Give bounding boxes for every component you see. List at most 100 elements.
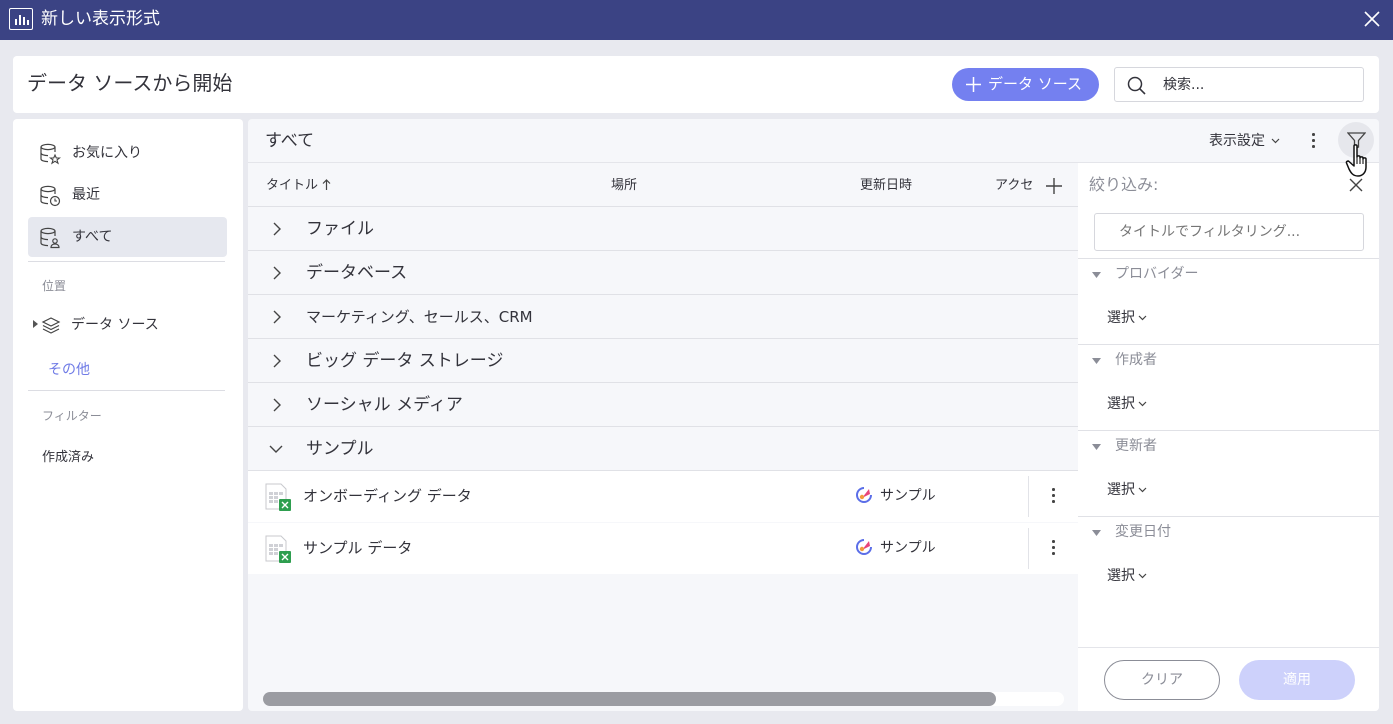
hand-cursor-icon xyxy=(1345,144,1367,177)
column-header-updated[interactable]: 更新日時 xyxy=(860,177,912,194)
clear-button[interactable]: クリア xyxy=(1104,660,1220,700)
close-icon[interactable] xyxy=(1362,9,1382,29)
divider xyxy=(1078,516,1379,517)
sidebar-item-created[interactable]: 作成済み xyxy=(42,446,94,465)
row-more-icon[interactable] xyxy=(1048,538,1058,558)
search-input[interactable]: 検索... xyxy=(1114,67,1364,102)
file-location: サンプル xyxy=(880,540,936,556)
apply-button[interactable]: 適用 xyxy=(1239,660,1355,700)
sidebar-item-label: 最近 xyxy=(72,187,100,203)
caret-down-icon xyxy=(1092,530,1101,536)
layers-icon xyxy=(41,317,61,334)
filter-section-updater[interactable]: 更新者 xyxy=(1115,437,1157,455)
column-label: タイトル xyxy=(266,178,319,193)
group-row[interactable]: ソーシャル メディア xyxy=(248,383,1078,427)
sidebar-item-recent[interactable]: 最近 xyxy=(28,175,227,215)
divider xyxy=(28,390,225,391)
group-label: サンプル xyxy=(306,439,374,459)
chevron-down-icon xyxy=(1138,315,1147,321)
database-star-icon xyxy=(40,143,61,165)
search-placeholder: 検索... xyxy=(1163,77,1205,93)
sidebar-item-favorites[interactable]: お気に入り xyxy=(28,133,227,173)
database-clock-icon xyxy=(40,185,61,207)
filter-header: フィルター xyxy=(42,409,102,423)
column-header-location[interactable]: 場所 xyxy=(611,177,637,194)
sidebar-item-all[interactable]: すべて xyxy=(28,217,227,257)
search-icon xyxy=(1127,76,1146,95)
group-row[interactable]: サンプル xyxy=(248,427,1078,471)
main-panel: すべて 表示設定 タイトル 場所 更新日時 アクセ ファイル データベース マー… xyxy=(248,119,1379,711)
chevron-down-icon xyxy=(269,445,283,453)
sample-location-icon xyxy=(856,539,872,555)
table-row[interactable]: サンプル データ サンプル xyxy=(248,523,1078,574)
chevron-down-icon xyxy=(1138,401,1147,407)
column-header-access[interactable]: アクセ xyxy=(995,177,1033,194)
add-datasource-label: データ ソース xyxy=(988,75,1083,93)
chevron-down-icon xyxy=(1138,573,1147,579)
file-name: サンプル データ xyxy=(303,539,413,557)
chevron-down-icon xyxy=(1138,487,1147,493)
group-row[interactable]: マーケティング、セールス、CRM xyxy=(248,295,1078,339)
database-user-icon xyxy=(40,227,60,249)
plus-icon xyxy=(966,77,981,92)
file-name: オンボーディング データ xyxy=(303,487,472,505)
group-label: ソーシャル メディア xyxy=(306,395,463,415)
group-row[interactable]: ビッグ データ ストレージ xyxy=(248,339,1078,383)
sidebar-item-label: データ ソース xyxy=(71,317,159,333)
group-label: ファイル xyxy=(306,219,374,239)
view-settings-dropdown[interactable]: 表示設定 xyxy=(1209,132,1280,150)
group-row[interactable]: ファイル xyxy=(248,207,1078,251)
row-more-icon[interactable] xyxy=(1048,486,1058,506)
select-label: 選択 xyxy=(1107,482,1135,498)
provider-select[interactable]: 選択 xyxy=(1107,309,1147,327)
sidebar-item-datasources[interactable]: データ ソース xyxy=(33,315,193,339)
author-select[interactable]: 選択 xyxy=(1107,395,1147,413)
sample-location-icon xyxy=(856,487,872,503)
divider xyxy=(28,261,225,262)
updater-select[interactable]: 選択 xyxy=(1107,481,1147,499)
more-options-icon[interactable] xyxy=(1308,131,1318,151)
add-datasource-button[interactable]: データ ソース xyxy=(952,68,1099,101)
select-label: 選択 xyxy=(1107,310,1135,326)
title-filter-input[interactable] xyxy=(1094,213,1364,251)
caret-right-icon xyxy=(33,320,38,328)
main-title: すべて xyxy=(265,131,315,151)
caret-down-icon xyxy=(1092,358,1101,364)
page-title: データ ソースから開始 xyxy=(27,71,233,95)
select-label: 選択 xyxy=(1107,396,1135,412)
divider xyxy=(1078,647,1379,648)
group-label: データベース xyxy=(306,263,408,283)
filter-section-provider[interactable]: プロバイダー xyxy=(1115,265,1198,283)
filter-section-author[interactable]: 作成者 xyxy=(1115,351,1157,369)
column-header-title[interactable]: タイトル xyxy=(266,177,331,194)
group-label: ビッグ データ ストレージ xyxy=(306,351,504,371)
sidebar: お気に入り 最近 すべて 位置 データ ソース その他 フィルター 作成済み xyxy=(13,119,243,711)
divider xyxy=(1028,528,1029,569)
header-bar: データ ソースから開始 データ ソース 検索... xyxy=(13,56,1379,113)
chevron-right-icon xyxy=(273,222,281,236)
modified-date-select[interactable]: 選択 xyxy=(1107,567,1147,585)
window-titlebar: 新しい表示形式 xyxy=(0,0,1393,40)
caret-down-icon xyxy=(1092,444,1101,450)
divider xyxy=(1028,476,1029,517)
scrollbar-thumb[interactable] xyxy=(263,692,996,706)
group-row[interactable]: データベース xyxy=(248,251,1078,295)
chart-bars-icon xyxy=(9,8,33,30)
location-header: 位置 xyxy=(42,279,67,293)
sidebar-item-label: すべて xyxy=(72,229,113,245)
excel-file-icon xyxy=(265,535,291,563)
caret-down-icon xyxy=(1092,272,1101,278)
excel-file-icon xyxy=(265,483,291,511)
chevron-right-icon xyxy=(273,398,281,412)
close-icon[interactable] xyxy=(1349,178,1363,192)
sidebar-link-other[interactable]: その他 xyxy=(48,359,90,379)
view-settings-label: 表示設定 xyxy=(1209,133,1265,149)
horizontal-scrollbar[interactable] xyxy=(263,692,1064,706)
table-row[interactable]: オンボーディング データ サンプル xyxy=(248,471,1078,522)
filter-section-modified-date[interactable]: 変更日付 xyxy=(1115,523,1171,541)
divider xyxy=(1078,344,1379,345)
add-column-icon[interactable] xyxy=(1044,176,1064,196)
group-label: マーケティング、セールス、CRM xyxy=(306,308,533,326)
chevron-down-icon xyxy=(1272,138,1280,144)
filter-panel-title: 絞り込み: xyxy=(1089,175,1159,194)
